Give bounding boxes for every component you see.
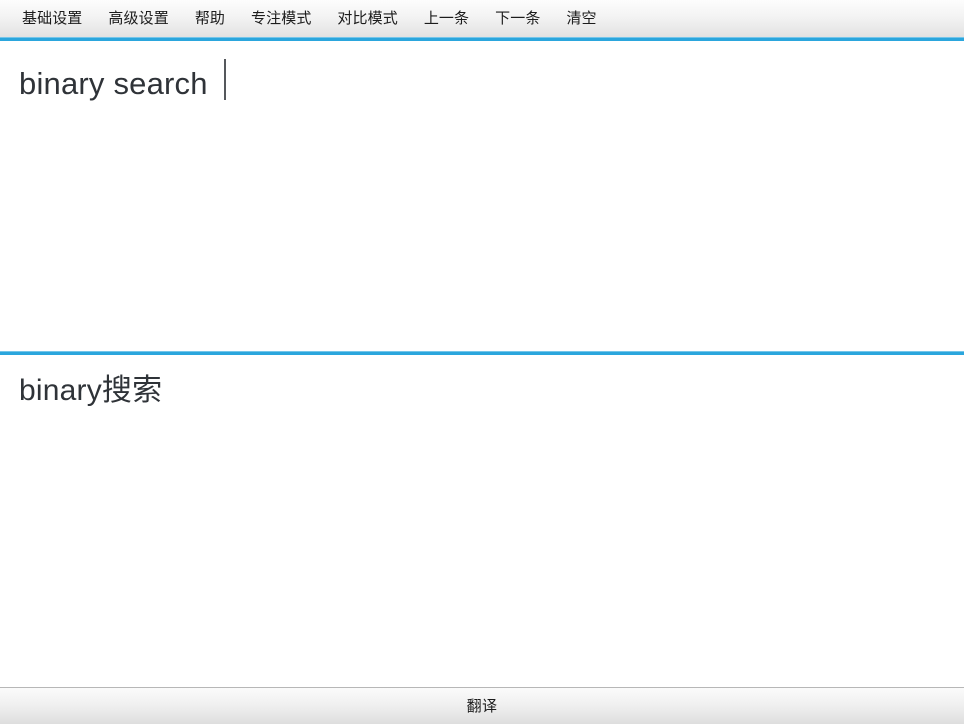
translate-button-label: 翻译 bbox=[467, 699, 498, 714]
translator-window: 基础设置 高级设置 帮助 专注模式 对比模式 上一条 下一条 清空 binary… bbox=[0, 0, 964, 724]
menu-item-advanced-settings[interactable]: 高级设置 bbox=[108, 7, 168, 30]
menu-bar: 基础设置 高级设置 帮助 专注模式 对比模式 上一条 下一条 清空 bbox=[0, 0, 964, 37]
menu-item-clear[interactable]: 清空 bbox=[566, 7, 596, 30]
menu-item-help[interactable]: 帮助 bbox=[195, 7, 225, 30]
menu-item-previous[interactable]: 上一条 bbox=[424, 7, 469, 30]
menu-item-focus-mode[interactable]: 专注模式 bbox=[251, 7, 311, 30]
result-text-value: binary搜索 bbox=[19, 371, 944, 411]
translate-button[interactable]: 翻译 bbox=[0, 687, 964, 724]
source-text-value: binary search bbox=[19, 64, 208, 104]
menu-item-next[interactable]: 下一条 bbox=[495, 7, 540, 30]
menu-item-basic-settings[interactable]: 基础设置 bbox=[22, 7, 82, 30]
text-caret bbox=[224, 59, 226, 100]
source-text-area[interactable]: binary search bbox=[0, 41, 964, 351]
result-text-area[interactable]: binary搜索 bbox=[0, 355, 964, 687]
source-text-line: binary search bbox=[19, 53, 944, 97]
menu-item-compare-mode[interactable]: 对比模式 bbox=[337, 7, 397, 30]
